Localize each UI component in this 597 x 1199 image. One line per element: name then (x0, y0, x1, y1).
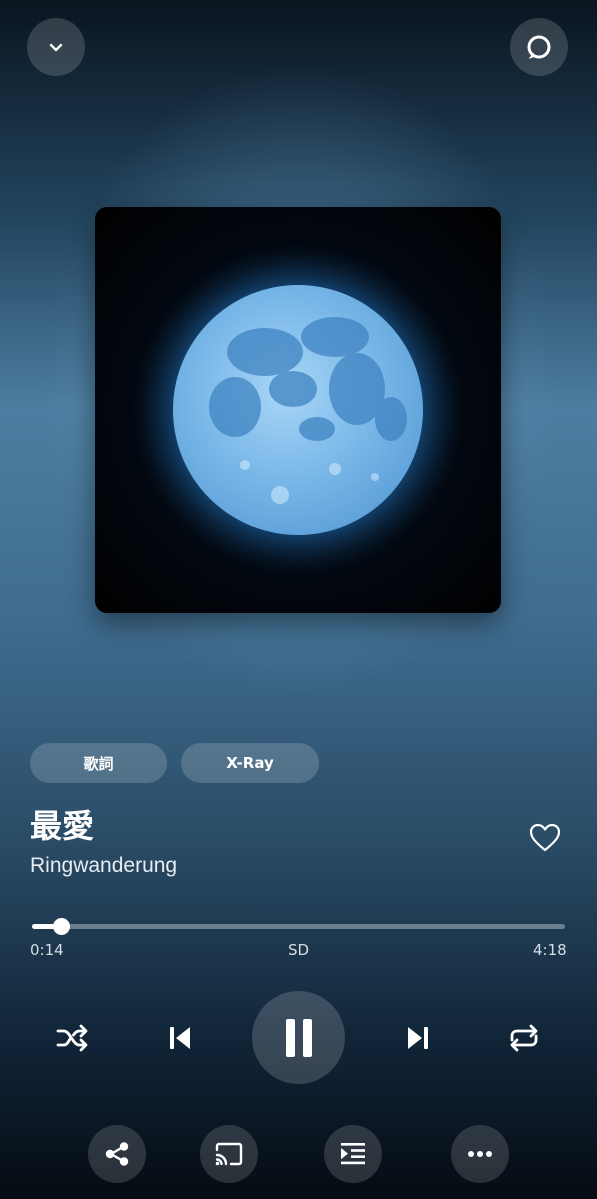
shuffle-icon (56, 1024, 88, 1052)
elapsed-time: 0:14 (30, 941, 64, 959)
repeat-icon (510, 1024, 538, 1052)
collapse-button[interactable] (27, 18, 85, 76)
skip-previous-icon (170, 1027, 190, 1049)
more-button[interactable] (451, 1125, 509, 1183)
cast-icon (215, 1142, 243, 1166)
xray-chip[interactable]: X-Ray (181, 743, 319, 783)
share-button[interactable] (88, 1125, 146, 1183)
favorite-button[interactable] (527, 820, 563, 856)
progress-bar[interactable] (32, 918, 565, 935)
moon-image (123, 235, 473, 585)
next-button[interactable] (396, 1018, 440, 1058)
queue-button[interactable] (324, 1125, 382, 1183)
cast-button[interactable] (200, 1125, 258, 1183)
lyrics-chip[interactable]: 歌詞 (30, 743, 167, 783)
duration-time: 4:18 (533, 941, 567, 959)
track-title: 最愛 (30, 807, 95, 845)
previous-button[interactable] (158, 1018, 202, 1058)
album-art (95, 207, 501, 613)
lyrics-chip-label: 歌詞 (83, 754, 114, 773)
chevron-down-icon (49, 43, 63, 52)
progress-knob[interactable] (52, 918, 70, 935)
share-icon (105, 1142, 129, 1166)
alexa-ring-icon (527, 35, 551, 60)
quality-label: SD (288, 941, 310, 959)
xray-chip-label: X-Ray (226, 754, 274, 772)
queue-icon (341, 1143, 365, 1165)
alexa-button[interactable] (510, 18, 568, 76)
artist-name[interactable]: Ringwanderung (30, 852, 177, 880)
heart-outline-icon (529, 823, 561, 852)
pause-icon (285, 1018, 312, 1057)
repeat-button[interactable] (502, 1018, 546, 1058)
pause-button[interactable] (252, 991, 345, 1084)
more-horizontal-icon (468, 1151, 492, 1157)
skip-next-icon (408, 1027, 428, 1049)
shuffle-button[interactable] (50, 1018, 94, 1058)
